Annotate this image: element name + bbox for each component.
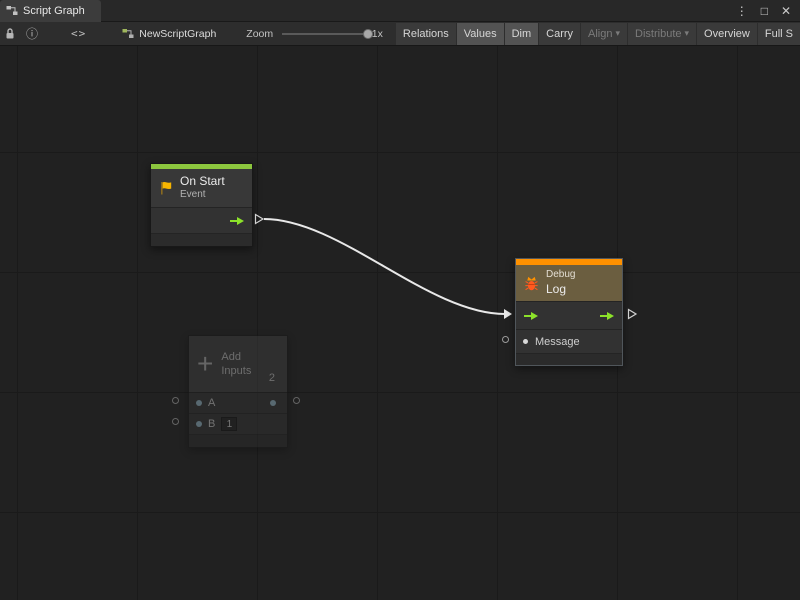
dim-button[interactable]: Dim	[505, 23, 539, 45]
plus-icon: +	[197, 350, 213, 378]
chevron-down-icon: ▾	[685, 28, 690, 39]
output-port[interactable]	[293, 397, 300, 404]
edit-code-icon[interactable]: <>	[71, 27, 86, 40]
tab-script-graph[interactable]: Script Graph	[0, 0, 101, 22]
zoom-slider[interactable]	[282, 27, 368, 41]
debug-log-flow-row	[516, 301, 622, 329]
graph-name-group[interactable]: NewScriptGraph	[122, 28, 216, 40]
flow-wire[interactable]	[264, 219, 505, 314]
align-dropdown[interactable]: Align ▾	[581, 23, 627, 45]
message-input-port[interactable]	[502, 336, 509, 343]
node-subtitle: Event	[180, 189, 225, 202]
node-title-line2: Inputs	[221, 364, 251, 378]
values-button[interactable]: Values	[457, 23, 504, 45]
zoom-slider-track[interactable]	[282, 33, 368, 35]
debug-log-header: Debug Log	[516, 265, 622, 301]
chevron-down-icon: ▾	[616, 28, 621, 39]
on-start-flow-row	[151, 207, 252, 233]
info-icon[interactable]: ⓘ	[26, 25, 38, 42]
fullscreen-button[interactable]: Full S	[758, 23, 800, 45]
flow-output-port[interactable]	[254, 213, 265, 225]
value-output-port-dot[interactable]	[270, 400, 276, 406]
message-input-row[interactable]: Message	[516, 329, 622, 353]
port-b-value-field[interactable]: 1	[221, 417, 237, 431]
value-port-dot[interactable]	[196, 421, 202, 427]
wire-arrowhead	[504, 309, 512, 319]
bug-icon	[523, 275, 540, 292]
node-title-line1: Add	[221, 350, 251, 364]
input-count: 2	[269, 372, 275, 384]
input-row-b[interactable]: B 1	[189, 413, 287, 434]
value-port-dot[interactable]	[523, 339, 528, 344]
kebab-menu-icon[interactable]: ⋮	[736, 4, 748, 18]
node-title: On Start	[180, 174, 225, 189]
node-category: Debug	[546, 269, 575, 282]
value-port-dot[interactable]	[196, 400, 202, 406]
node-footer	[189, 434, 287, 447]
node-debug-log[interactable]: Debug Log Message	[515, 258, 623, 366]
flow-output-port[interactable]	[627, 308, 638, 320]
graph-toolbar: ⓘ <> NewScriptGraph Zoom 1x Relations Va…	[0, 22, 800, 46]
title-bar: Script Graph ⋮ □ ✕	[0, 0, 800, 22]
flow-input-arrow-icon[interactable]	[523, 311, 539, 321]
distribute-dropdown[interactable]: Distribute ▾	[628, 23, 696, 45]
node-on-start[interactable]: On Start Event	[150, 163, 253, 247]
graph-canvas[interactable]: On Start Event	[0, 46, 800, 600]
flag-icon	[158, 180, 174, 196]
relations-button[interactable]: Relations	[396, 23, 456, 45]
port-a-label: A	[208, 397, 215, 409]
maximize-icon[interactable]: □	[761, 4, 768, 18]
add-inputs-header: + Add Inputs 2	[189, 336, 287, 392]
graph-name-label: NewScriptGraph	[139, 28, 216, 40]
carry-button[interactable]: Carry	[539, 23, 580, 45]
window-controls: ⋮ □ ✕	[736, 4, 800, 18]
node-add-inputs-ghost[interactable]: + Add Inputs 2 A B 1	[188, 335, 288, 448]
overview-button[interactable]: Overview	[697, 23, 757, 45]
script-graph-window: Script Graph ⋮ □ ✕ ⓘ <> NewScriptGraph Z…	[0, 0, 800, 600]
input-a-port[interactable]	[172, 397, 179, 404]
port-b-label: B	[208, 418, 215, 430]
script-graph-icon	[6, 5, 18, 16]
flow-output-arrow-icon[interactable]	[229, 216, 245, 226]
zoom-value: 1x	[372, 28, 383, 40]
node-footer	[516, 353, 622, 365]
lock-icon[interactable]	[5, 27, 15, 40]
toolbar-buttons: Relations Values Dim Carry Align ▾ Distr…	[395, 22, 800, 46]
on-start-header: On Start Event	[151, 169, 252, 207]
close-icon[interactable]: ✕	[781, 4, 791, 18]
tab-title: Script Graph	[23, 5, 85, 17]
zoom-label: Zoom	[246, 28, 273, 40]
wire-layer	[0, 46, 800, 600]
node-title: Log	[546, 282, 575, 297]
input-b-port[interactable]	[172, 418, 179, 425]
input-row-a[interactable]: A	[189, 392, 287, 413]
zoom-slider-knob[interactable]	[363, 29, 373, 39]
message-port-label: Message	[535, 336, 580, 348]
graph-asset-icon	[122, 28, 134, 39]
flow-output-arrow-icon[interactable]	[599, 311, 615, 321]
node-footer	[151, 233, 252, 246]
